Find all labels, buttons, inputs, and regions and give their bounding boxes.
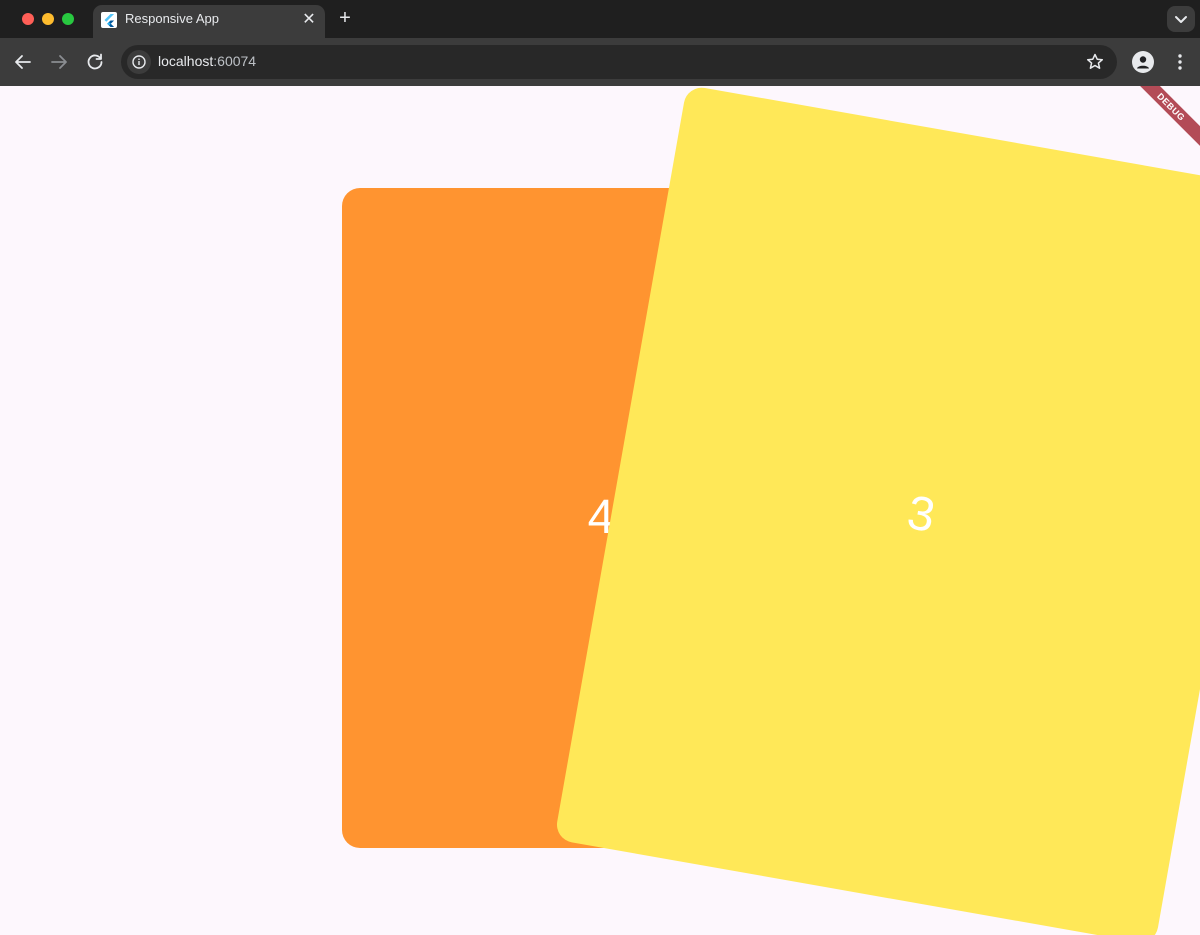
browser-menu-button[interactable] bbox=[1170, 51, 1190, 73]
info-icon bbox=[132, 55, 146, 69]
chevron-down-icon bbox=[1175, 16, 1187, 23]
debug-banner: DEBUG bbox=[1127, 86, 1200, 151]
new-tab-button[interactable]: + bbox=[333, 7, 357, 31]
arrow-left-icon bbox=[15, 55, 31, 69]
browser-toolbar: localhost:60074 bbox=[0, 38, 1200, 86]
tab-strip: Responsive App ✕ + bbox=[0, 0, 1200, 38]
arrow-right-icon bbox=[51, 55, 67, 69]
reload-button[interactable] bbox=[83, 50, 107, 74]
tab-title: Responsive App bbox=[125, 11, 219, 26]
tab-search-button[interactable] bbox=[1167, 6, 1195, 32]
profile-button[interactable] bbox=[1132, 51, 1154, 73]
bookmark-button[interactable] bbox=[1085, 52, 1105, 72]
person-icon bbox=[1137, 56, 1149, 69]
url-port: :60074 bbox=[213, 53, 257, 69]
star-icon bbox=[1086, 53, 1104, 69]
app-viewport: 4 3 DEBUG bbox=[0, 86, 1200, 935]
flutter-icon bbox=[101, 12, 117, 28]
close-tab-icon[interactable]: ✕ bbox=[299, 10, 319, 30]
card-label: 3 bbox=[903, 486, 939, 543]
maximize-window-button[interactable] bbox=[62, 13, 74, 25]
address-bar[interactable]: localhost:60074 bbox=[121, 45, 1117, 79]
forward-button[interactable] bbox=[47, 50, 71, 74]
url-text: localhost:60074 bbox=[158, 53, 256, 69]
tab-responsive-app[interactable]: Responsive App ✕ bbox=[93, 5, 325, 38]
reload-icon bbox=[87, 53, 103, 70]
browser-window: Responsive App ✕ + localhost:60074 4 3 D… bbox=[0, 0, 1200, 935]
close-window-button[interactable] bbox=[22, 13, 34, 25]
url-host: localhost bbox=[158, 53, 214, 69]
kebab-menu-icon bbox=[1178, 54, 1182, 70]
back-button[interactable] bbox=[11, 50, 35, 74]
site-info-button[interactable] bbox=[127, 50, 151, 74]
minimize-window-button[interactable] bbox=[42, 13, 54, 25]
